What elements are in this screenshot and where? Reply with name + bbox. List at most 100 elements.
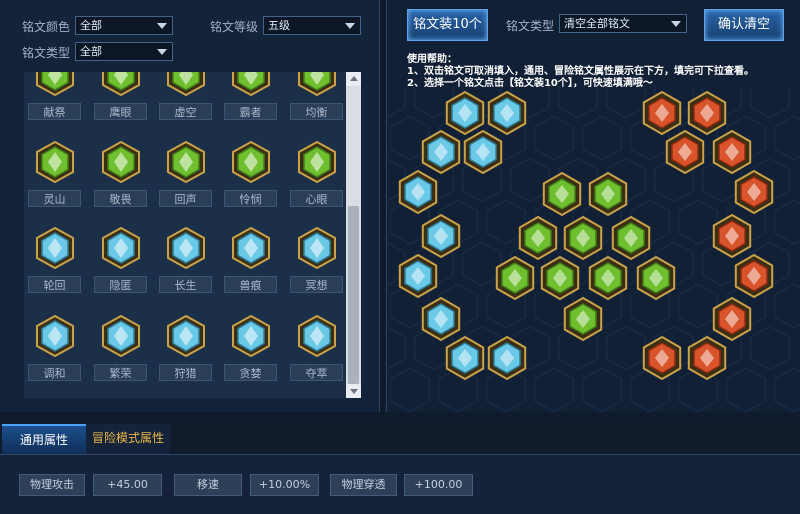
help-title: 使用帮助： xyxy=(407,54,457,65)
color-filter-select[interactable]: 全部 xyxy=(75,16,173,35)
confirm-clear-button[interactable]: 确认清空 xyxy=(704,9,784,41)
chevron-down-icon xyxy=(157,49,167,55)
hexagon-gem-icon xyxy=(36,315,74,357)
level-filter-select[interactable]: 五级 xyxy=(263,16,361,35)
board-slot-blue[interactable] xyxy=(463,129,503,175)
hexagon-gem-icon xyxy=(298,72,336,96)
board-type-value: 清空全部铭文 xyxy=(564,17,630,30)
inscription-item[interactable]: 隐匿 xyxy=(90,217,150,297)
board-slot-green[interactable] xyxy=(542,171,582,217)
inscription-name: 灵山 xyxy=(28,190,81,207)
inscription-item[interactable]: 灵山 xyxy=(24,131,84,211)
attr-value-physical-attack: +45.00 xyxy=(93,474,162,496)
hexagon-gem-icon xyxy=(36,72,74,96)
inscription-item[interactable]: 冥想 xyxy=(286,217,346,297)
inscription-item[interactable]: 敬畏 xyxy=(90,131,150,211)
board-slot-red[interactable] xyxy=(734,169,774,215)
inscription-item[interactable]: 狩猎 xyxy=(155,305,215,385)
inscription-item[interactable]: 霸者 xyxy=(220,72,280,124)
board-grid-hex xyxy=(606,86,646,119)
inscription-list-scrollbar[interactable] xyxy=(346,72,361,398)
attr-value-physical-pen: +100.00 xyxy=(404,474,473,496)
inscription-item[interactable]: 虚空 xyxy=(155,72,215,124)
inscription-name: 贪婪 xyxy=(224,364,277,381)
inscription-item[interactable]: 贪婪 xyxy=(220,305,280,385)
equip-ten-button[interactable]: 铭文装10个 xyxy=(407,9,488,41)
board-slot-green[interactable] xyxy=(518,215,558,261)
board-slot-red[interactable] xyxy=(687,335,727,381)
inscription-name: 轮回 xyxy=(28,276,81,293)
board-slot-green[interactable] xyxy=(588,171,628,217)
inscription-item[interactable]: 均衡 xyxy=(286,72,346,124)
board-slot-blue[interactable] xyxy=(421,296,461,342)
board-grid-hex xyxy=(582,115,622,161)
board-slot-green[interactable] xyxy=(636,255,676,301)
board-slot-blue[interactable] xyxy=(445,335,485,381)
board-slot-red[interactable] xyxy=(712,129,752,175)
hexagon-gem-icon xyxy=(232,315,270,357)
board-slot-red[interactable] xyxy=(687,90,727,136)
hexagon-gem-icon xyxy=(102,227,140,269)
hexagon-gem-icon xyxy=(232,141,270,183)
board-slot-blue[interactable] xyxy=(445,90,485,136)
type-filter-select[interactable]: 全部 xyxy=(75,42,173,61)
board-grid-hex xyxy=(390,367,430,412)
scroll-down-arrow-icon[interactable] xyxy=(346,384,361,398)
inscription-item[interactable]: 心眼 xyxy=(286,131,346,211)
level-filter-label: 铭文等级 xyxy=(210,20,259,34)
board-slot-green[interactable] xyxy=(495,255,535,301)
inscription-name: 回声 xyxy=(159,190,212,207)
inscription-item[interactable]: 轮回 xyxy=(24,217,84,297)
board-slot-green[interactable] xyxy=(563,296,603,342)
board-slot-red[interactable] xyxy=(665,129,705,175)
board-slot-green[interactable] xyxy=(563,215,603,261)
board-slot-red[interactable] xyxy=(642,335,682,381)
board-grid-hex xyxy=(678,199,718,245)
inscription-item[interactable]: 回声 xyxy=(155,131,215,211)
inscription-item[interactable]: 怜悯 xyxy=(220,131,280,211)
tab-adventure-attributes[interactable]: 冒险模式属性 xyxy=(86,424,170,454)
board-slot-red[interactable] xyxy=(734,253,774,299)
level-filter-value: 五级 xyxy=(268,19,290,32)
board-slot-red[interactable] xyxy=(712,296,752,342)
inscription-item[interactable]: 长生 xyxy=(155,217,215,297)
board-type-select[interactable]: 清空全部铭文 xyxy=(559,14,687,33)
inscription-item[interactable]: 鹰眼 xyxy=(90,72,150,124)
board-slot-blue[interactable] xyxy=(398,253,438,299)
board-slot-blue[interactable] xyxy=(398,169,438,215)
board-grid-hex xyxy=(582,367,622,412)
board-slot-red[interactable] xyxy=(642,90,682,136)
inscription-name: 敬畏 xyxy=(94,190,147,207)
board-slot-green[interactable] xyxy=(611,215,651,261)
hexagon-gem-icon xyxy=(232,72,270,96)
inscription-item[interactable]: 繁荣 xyxy=(90,305,150,385)
inscription-name: 霸者 xyxy=(224,103,277,120)
scroll-thumb[interactable] xyxy=(348,206,359,384)
board-slot-blue[interactable] xyxy=(487,335,527,381)
board-slot-blue[interactable] xyxy=(421,213,461,259)
board-slot-red[interactable] xyxy=(712,213,752,259)
inscription-name: 鹰眼 xyxy=(94,103,147,120)
board-slot-green[interactable] xyxy=(540,255,580,301)
scroll-up-arrow-icon[interactable] xyxy=(346,72,361,86)
inscription-item[interactable]: 兽痕 xyxy=(220,217,280,297)
inscription-name: 狩猎 xyxy=(159,364,212,381)
inscription-item[interactable]: 夺萃 xyxy=(286,305,346,385)
inscription-board xyxy=(386,86,800,412)
inscription-item[interactable]: 调和 xyxy=(24,305,84,385)
board-slot-blue[interactable] xyxy=(421,129,461,175)
inscription-name: 献祭 xyxy=(28,103,81,120)
tab-common-attributes[interactable]: 通用属性 xyxy=(2,424,86,454)
board-grid-hex xyxy=(534,367,574,412)
inscription-name: 夺萃 xyxy=(290,364,343,381)
inscription-name: 长生 xyxy=(159,276,212,293)
inscription-name: 隐匿 xyxy=(94,276,147,293)
board-slot-blue[interactable] xyxy=(487,90,527,136)
inscription-item[interactable]: 献祭 xyxy=(24,72,84,124)
board-slot-green[interactable] xyxy=(588,255,628,301)
hexagon-gem-icon xyxy=(167,227,205,269)
board-grid-hex xyxy=(386,86,406,119)
inscription-name: 怜悯 xyxy=(224,190,277,207)
color-filter-label: 铭文颜色 xyxy=(22,20,71,34)
hexagon-gem-icon xyxy=(298,227,336,269)
